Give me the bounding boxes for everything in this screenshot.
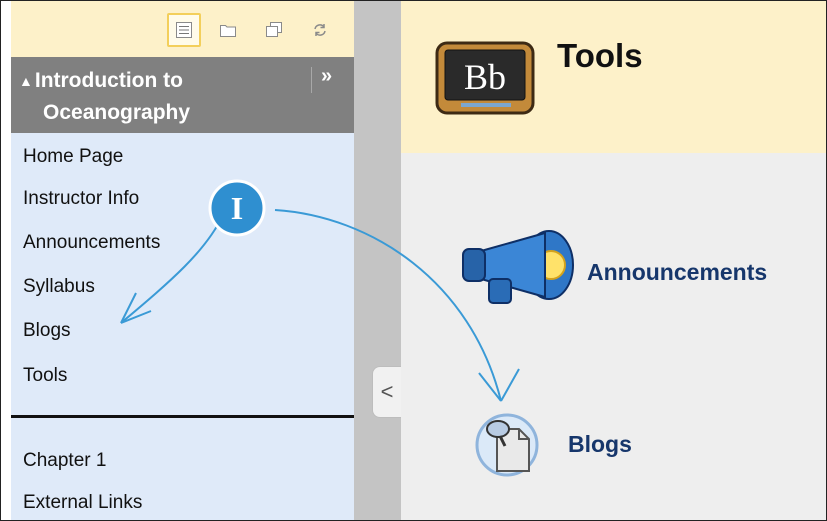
arrow-to-menu-blogs <box>120 214 224 324</box>
callout-arrows: I <box>120 179 520 402</box>
arrow-to-tool-blogs <box>274 209 502 402</box>
screenshot-frame: ▲Introduction to Oceanography » Home Pag… <box>0 0 827 521</box>
callout-marker-label: I <box>231 190 243 226</box>
